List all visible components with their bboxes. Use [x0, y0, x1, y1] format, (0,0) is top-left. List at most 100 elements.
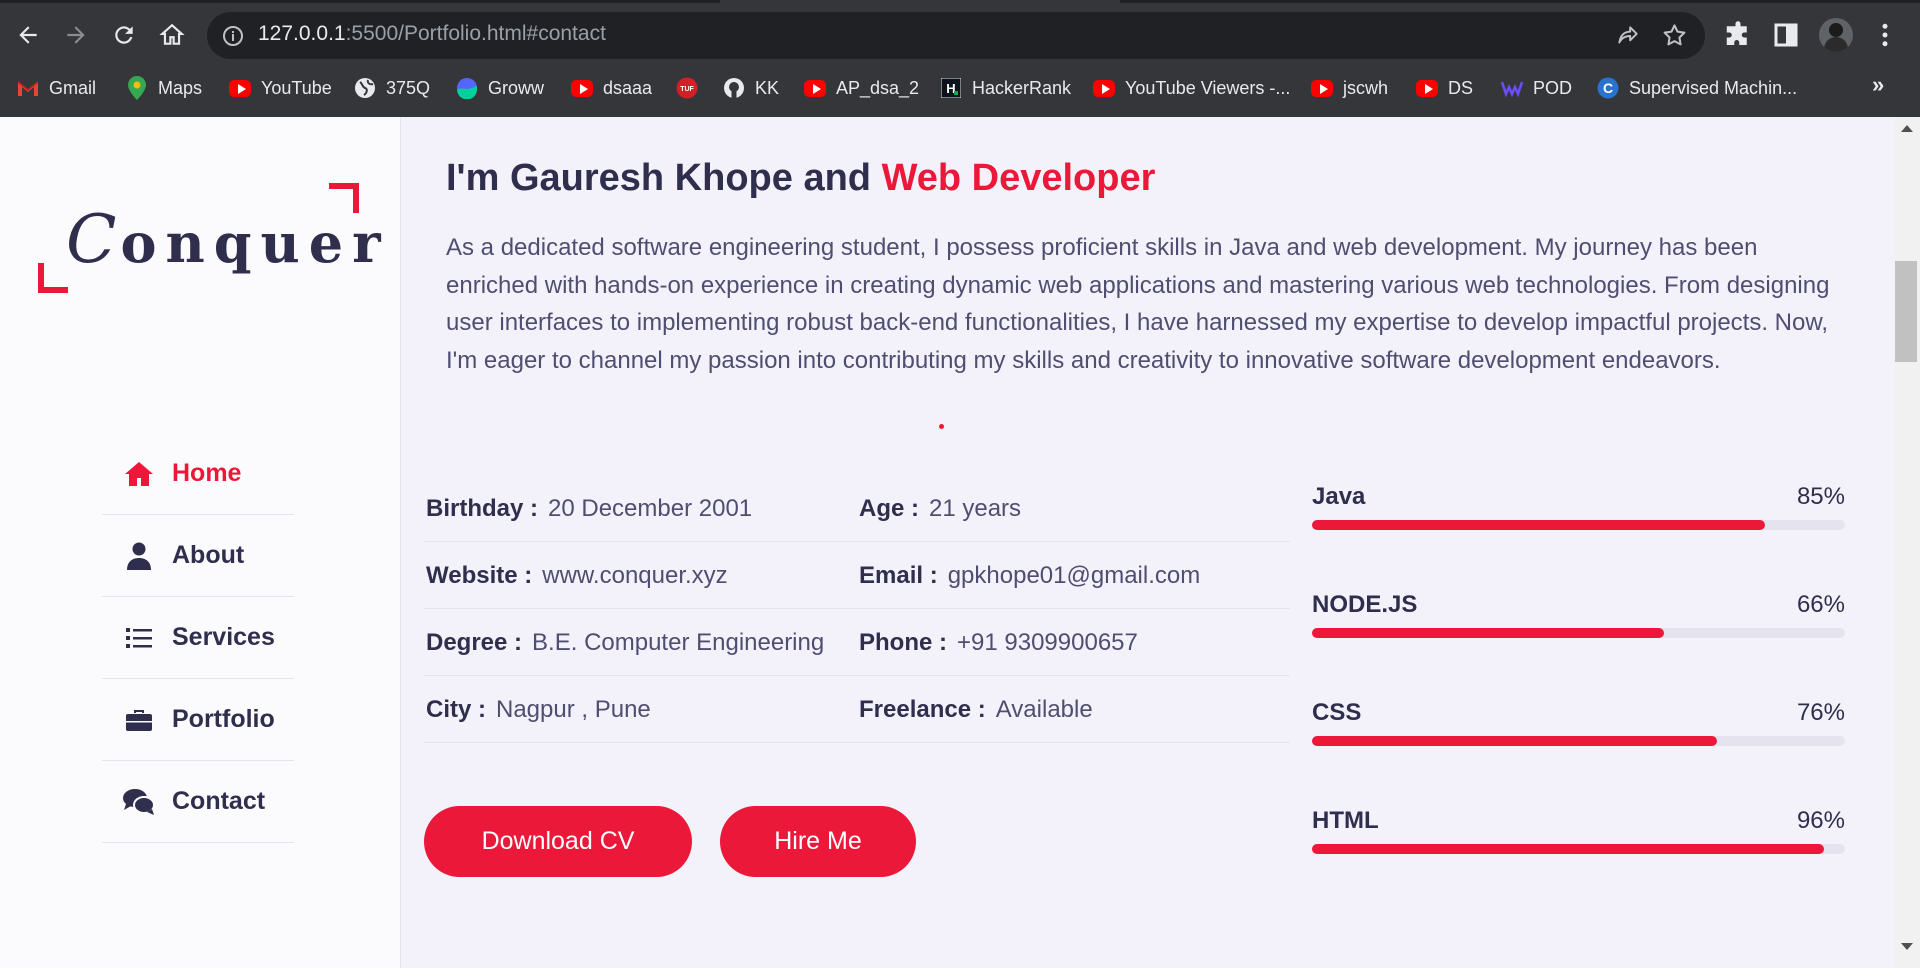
download-cv-button[interactable]: Download CV	[424, 806, 692, 877]
bookmark-item[interactable]: dsaaa	[571, 72, 652, 104]
info-value: 21 years	[929, 494, 1022, 522]
hire-me-button[interactable]: Hire Me	[720, 806, 916, 877]
bookmarks-overflow-icon[interactable]: »	[1872, 72, 1884, 98]
extensions-icon[interactable]	[1723, 20, 1753, 50]
bookmark-item[interactable]: DS	[1416, 72, 1473, 104]
bookmark-label: Maps	[158, 77, 203, 98]
bookmark-label: POD	[1533, 77, 1573, 98]
bookmark-item[interactable]: YouTube Viewers -...	[1093, 72, 1290, 104]
bookmark-item[interactable]: Maps	[126, 72, 202, 104]
cursor-dot	[939, 424, 944, 429]
side-panel-icon[interactable]	[1771, 20, 1801, 50]
site-info-icon[interactable]	[221, 24, 245, 48]
youtube-icon	[229, 77, 251, 99]
bookmark-item[interactable]: 375Q	[354, 72, 430, 104]
info-age: Age : 21 years	[859, 475, 1021, 542]
comments-icon	[122, 787, 156, 817]
forward-icon[interactable]	[58, 17, 94, 53]
sidebar: Conquer Home About Services Portfolio Co…	[0, 117, 401, 968]
logo-initial: C	[66, 201, 121, 278]
bookmark-item[interactable]: C Supervised Machin...	[1597, 72, 1797, 104]
skill-name: Java	[1312, 483, 1366, 510]
globe-icon	[354, 77, 376, 99]
maps-icon	[126, 76, 148, 100]
list-icon	[122, 623, 156, 653]
active-tab-edge[interactable]	[720, 0, 1120, 3]
skill-name: HTML	[1312, 807, 1379, 834]
info-label: Birthday :	[426, 494, 539, 522]
back-icon[interactable]	[10, 17, 46, 53]
bookmark-label: 375Q	[386, 77, 431, 98]
nav-home-label: Home	[172, 459, 242, 487]
info-label: Degree :	[426, 628, 523, 656]
bookmark-item[interactable]: jscwh	[1311, 72, 1388, 104]
youtube-icon	[1311, 77, 1333, 99]
skill-progress-fill	[1312, 520, 1766, 530]
nav-services[interactable]: Services	[102, 597, 294, 679]
scroll-down-arrow-icon[interactable]	[1901, 943, 1913, 950]
bookmark-item[interactable]: POD	[1501, 72, 1572, 104]
info-label: Phone :	[859, 628, 947, 656]
bookmark-label: HackerRank	[972, 77, 1072, 98]
nav-services-label: Services	[172, 623, 275, 651]
scroll-up-arrow-icon[interactable]	[1901, 125, 1913, 132]
skill-progress-fill	[1312, 628, 1664, 638]
github-icon	[723, 77, 745, 99]
info-value: gpkhope01@gmail.com	[947, 561, 1201, 589]
bookmark-item[interactable]: TUF	[676, 72, 698, 104]
info-city: City : Nagpur , Pune	[426, 676, 651, 743]
address-bar[interactable]: 127.0.0.1:5500/Portfolio.html#contact	[207, 12, 1705, 59]
tuf-icon: TUF	[676, 77, 698, 99]
page: Conquer Home About Services Portfolio Co…	[0, 117, 1920, 968]
pod-icon	[1501, 77, 1523, 99]
skill-html: HTML 96%	[1312, 807, 1845, 887]
page-scrollbar[interactable]	[1894, 117, 1920, 968]
bookmark-item[interactable]: AP_dsa_2	[804, 72, 919, 104]
bookmark-star-icon[interactable]	[1661, 22, 1688, 49]
info-label: Email :	[859, 561, 938, 589]
bookmark-item[interactable]: YouTube	[229, 72, 332, 104]
info-value: +91 9309900657	[957, 628, 1138, 656]
info-freelance: Freelance : Available	[859, 676, 1093, 743]
logo[interactable]: Conquer	[36, 183, 381, 293]
skill-progress-track	[1312, 628, 1845, 638]
info-row: Website : www.conquer.xyz Email : gpkhope0…	[424, 542, 1290, 609]
bookmark-label: YouTube Viewers -...	[1125, 77, 1291, 98]
profile-avatar[interactable]	[1819, 18, 1853, 52]
info-row: City : Nagpur , Pune Freelance : Available	[424, 676, 1290, 743]
gmail-icon	[17, 77, 39, 99]
url-text[interactable]: 127.0.0.1:5500/Portfolio.html#contact	[258, 22, 606, 46]
info-website: Website : www.conquer.xyz	[426, 542, 728, 609]
info-label: Website :	[426, 561, 533, 589]
nav-home[interactable]: Home	[102, 433, 294, 515]
skill-css: CSS 76%	[1312, 699, 1845, 779]
nav-about[interactable]: About	[102, 515, 294, 597]
share-icon[interactable]	[1615, 23, 1641, 49]
bookmark-item[interactable]: H HackerRank	[940, 72, 1071, 104]
nav-contact[interactable]: Contact	[102, 761, 294, 843]
nav-portfolio-label: Portfolio	[172, 705, 275, 733]
skill-name: NODE.JS	[1312, 591, 1418, 618]
home-browser-icon[interactable]	[154, 17, 190, 53]
skill-progress-track	[1312, 520, 1845, 530]
info-degree: Degree : B.E. Computer Engineering	[426, 609, 824, 676]
reload-icon[interactable]	[106, 17, 142, 53]
skill-nodejs: NODE.JS 66%	[1312, 591, 1845, 671]
bookmark-label: KK	[755, 77, 780, 98]
youtube-icon	[804, 77, 826, 99]
skill-java: Java 85%	[1312, 483, 1845, 563]
url-host: 127.0.0.1	[258, 22, 346, 45]
logo-bracket-bottom-left	[38, 263, 68, 293]
bookmark-item[interactable]: KK	[723, 72, 779, 104]
logo-rest: onquer	[120, 211, 390, 275]
nav-portfolio[interactable]: Portfolio	[102, 679, 294, 761]
youtube-icon	[1093, 77, 1115, 99]
more-menu-icon[interactable]	[1870, 20, 1900, 50]
tab-strip	[0, 0, 1920, 3]
info-email: Email : gpkhope01@gmail.com	[859, 542, 1200, 609]
info-value: Nagpur , Pune	[496, 695, 651, 723]
bookmark-item[interactable]: Groww	[456, 72, 544, 104]
info-value: Available	[995, 695, 1093, 723]
bookmark-item[interactable]: Gmail	[17, 72, 96, 104]
scrollbar-thumb[interactable]	[1895, 261, 1917, 362]
